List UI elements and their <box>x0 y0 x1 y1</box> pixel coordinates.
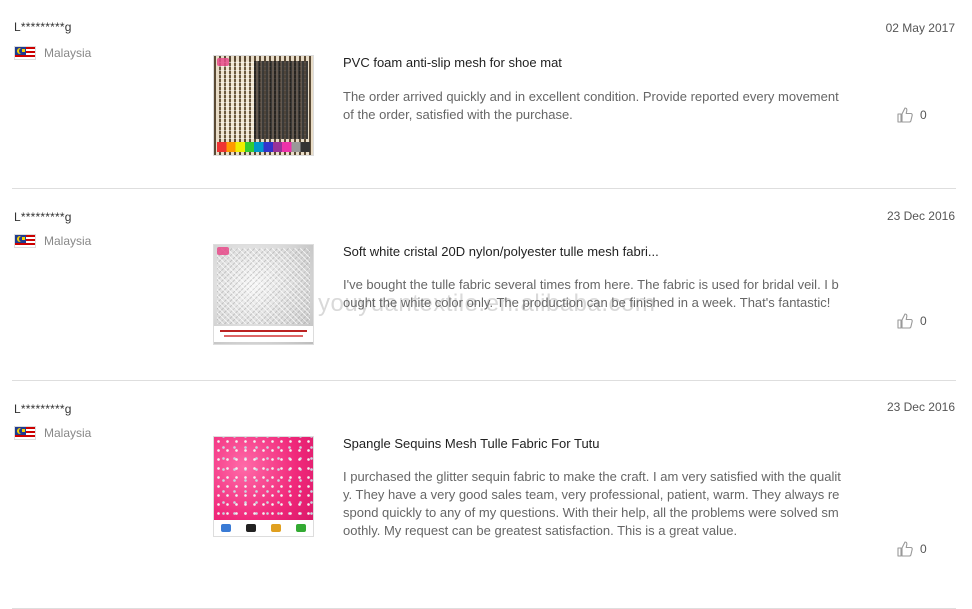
like-button[interactable]: 0 <box>896 106 927 124</box>
review-text: The order arrived quickly and in excelle… <box>343 89 839 122</box>
reviewer-name: L*********g <box>14 210 72 224</box>
thumbs-up-icon <box>897 541 913 557</box>
product-title-link[interactable]: Soft white cristal 20D nylon/polyester t… <box>343 244 659 259</box>
malaysia-flag-icon <box>14 46 36 60</box>
like-button[interactable]: 0 <box>896 312 927 330</box>
product-title-link[interactable]: PVC foam anti-slip mesh for shoe mat <box>343 55 562 70</box>
reviewer-country: Malaysia <box>14 425 91 441</box>
malaysia-flag-icon <box>14 426 36 440</box>
reviewer-name: L*********g <box>14 402 72 416</box>
product-thumbnail[interactable] <box>213 55 314 156</box>
review-date: 02 May 2017 <box>885 21 955 35</box>
like-button[interactable]: 0 <box>896 540 927 558</box>
review-text: I've bought the tulle fabric several tim… <box>343 277 839 310</box>
country-name: Malaysia <box>44 46 92 60</box>
like-count: 0 <box>920 108 927 122</box>
product-thumbnail[interactable] <box>213 244 314 345</box>
country-name: Malaysia <box>44 426 92 440</box>
review-text: I purchased the glitter sequin fabric to… <box>343 469 841 538</box>
product-thumbnail[interactable] <box>213 436 314 537</box>
review-item: L*********g Malaysia 23 Dec 2016 Soft wh… <box>0 189 972 381</box>
like-count: 0 <box>920 542 927 556</box>
review-date: 23 Dec 2016 <box>886 400 955 414</box>
thumbs-up-icon <box>897 107 913 123</box>
thumbs-up-icon <box>897 313 913 329</box>
country-name: Malaysia <box>44 234 92 248</box>
product-title-link[interactable]: Spangle Sequins Mesh Tulle Fabric For Tu… <box>343 436 600 451</box>
reviewer-country: Malaysia <box>14 45 91 61</box>
reviewer-name: L*********g <box>14 20 72 34</box>
review-item: L*********g Malaysia 23 Dec 2016 Spangle… <box>0 381 972 609</box>
malaysia-flag-icon <box>14 234 36 248</box>
review-item: L*********g Malaysia 02 May 2017 PVC foa… <box>0 0 972 189</box>
review-date: 23 Dec 2016 <box>886 209 955 223</box>
reviewer-country: Malaysia <box>14 233 91 249</box>
like-count: 0 <box>920 314 927 328</box>
